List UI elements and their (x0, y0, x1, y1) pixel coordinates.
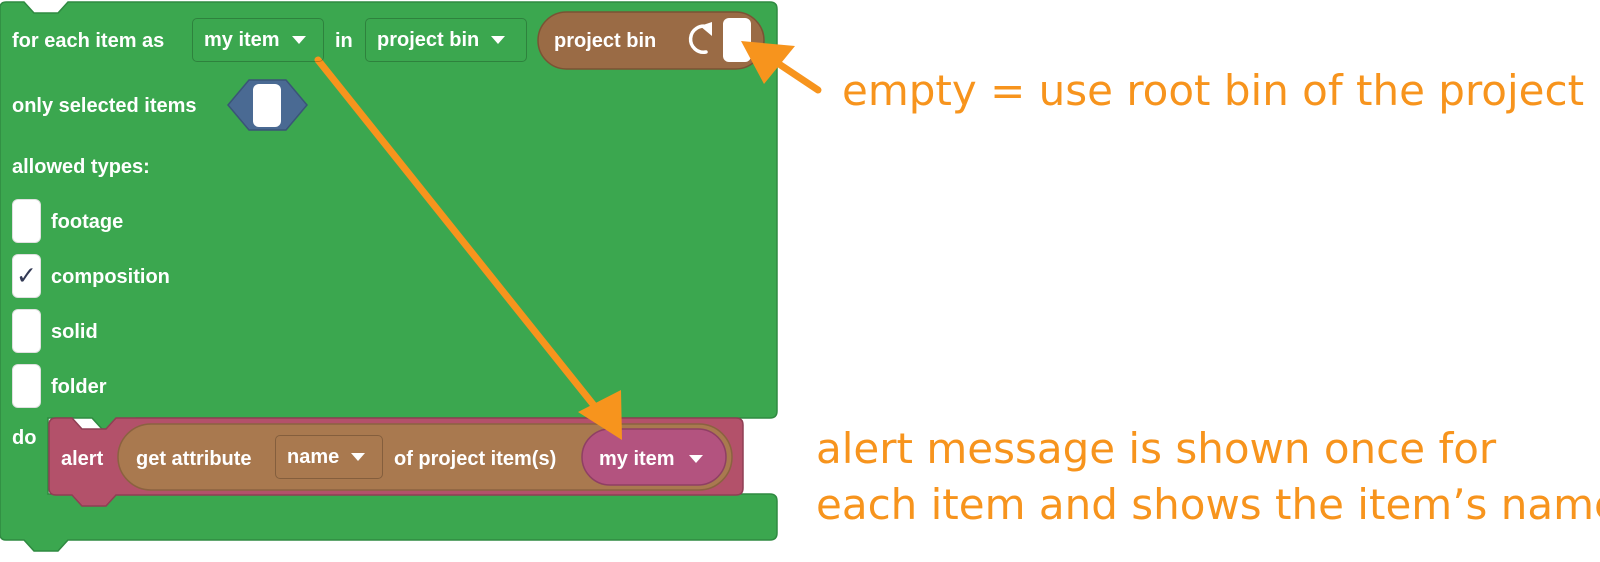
footage-checkbox[interactable] (12, 199, 41, 243)
annotation-bottom-line2: each item and shows the item’s name. (816, 480, 1600, 529)
project-bin-input[interactable] (723, 18, 751, 62)
alert-label: alert (61, 448, 104, 470)
composition-checkbox[interactable]: ✓ (12, 254, 41, 298)
chevron-down-icon (491, 36, 506, 44)
get-attribute-label: get attribute (136, 448, 252, 470)
solid-checkbox[interactable] (12, 309, 41, 353)
chevron-down-icon (351, 453, 366, 461)
item-variable-value: my item (599, 448, 675, 470)
of-project-items-label: of project item(s) (394, 448, 557, 470)
source-dropdown[interactable]: project bin (365, 18, 527, 62)
attribute-dropdown[interactable]: name (275, 435, 383, 479)
annotation-bottom-line1: alert message is shown once for (816, 424, 1497, 473)
composition-label: composition (51, 266, 170, 288)
solid-label: solid (51, 321, 98, 343)
chevron-down-icon (291, 36, 306, 44)
only-selected-label: only selected items (12, 95, 197, 117)
folder-label: folder (51, 376, 107, 398)
loop-variable-dropdown[interactable]: my item (192, 18, 324, 62)
only-selected-checkbox[interactable] (253, 84, 281, 127)
annotation-top: empty = use root bin of the project (842, 66, 1585, 115)
loop-variable-value: my item (204, 28, 280, 51)
do-label: do (12, 427, 37, 449)
chevron-down-icon (688, 455, 703, 463)
footage-label: footage (51, 211, 124, 233)
for-each-label: for each item as (12, 30, 165, 52)
attribute-value: name (287, 445, 340, 468)
in-label: in (335, 30, 353, 52)
item-variable-dropdown[interactable]: my item (599, 449, 703, 469)
folder-checkbox[interactable] (12, 364, 41, 408)
allowed-types-label: allowed types: (12, 156, 150, 178)
project-bin-reporter-label: project bin (554, 30, 657, 52)
source-value: project bin (377, 28, 480, 51)
